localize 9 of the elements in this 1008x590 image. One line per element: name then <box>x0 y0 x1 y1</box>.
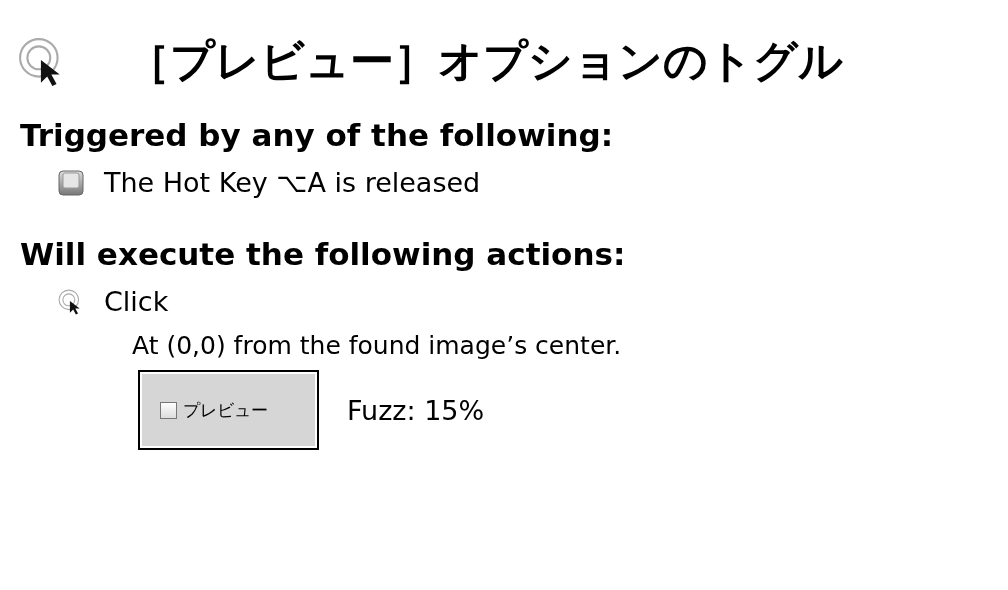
key-icon <box>58 169 84 196</box>
fuzz-label: Fuzz: 15% <box>347 394 485 426</box>
section-heading: Will execute the following actions: <box>19 236 627 272</box>
action-detail: At (0,0) from the found image’s center. <box>131 331 623 360</box>
trigger-label: The Hot Key ⌥A is released <box>104 167 481 198</box>
page-title: ［プレビュー］オプションのトグル <box>126 34 843 88</box>
section-heading: Triggered by any of the following: <box>19 117 615 153</box>
action-label: Click <box>104 286 169 317</box>
checkbox-label: プレビュー <box>183 398 268 422</box>
